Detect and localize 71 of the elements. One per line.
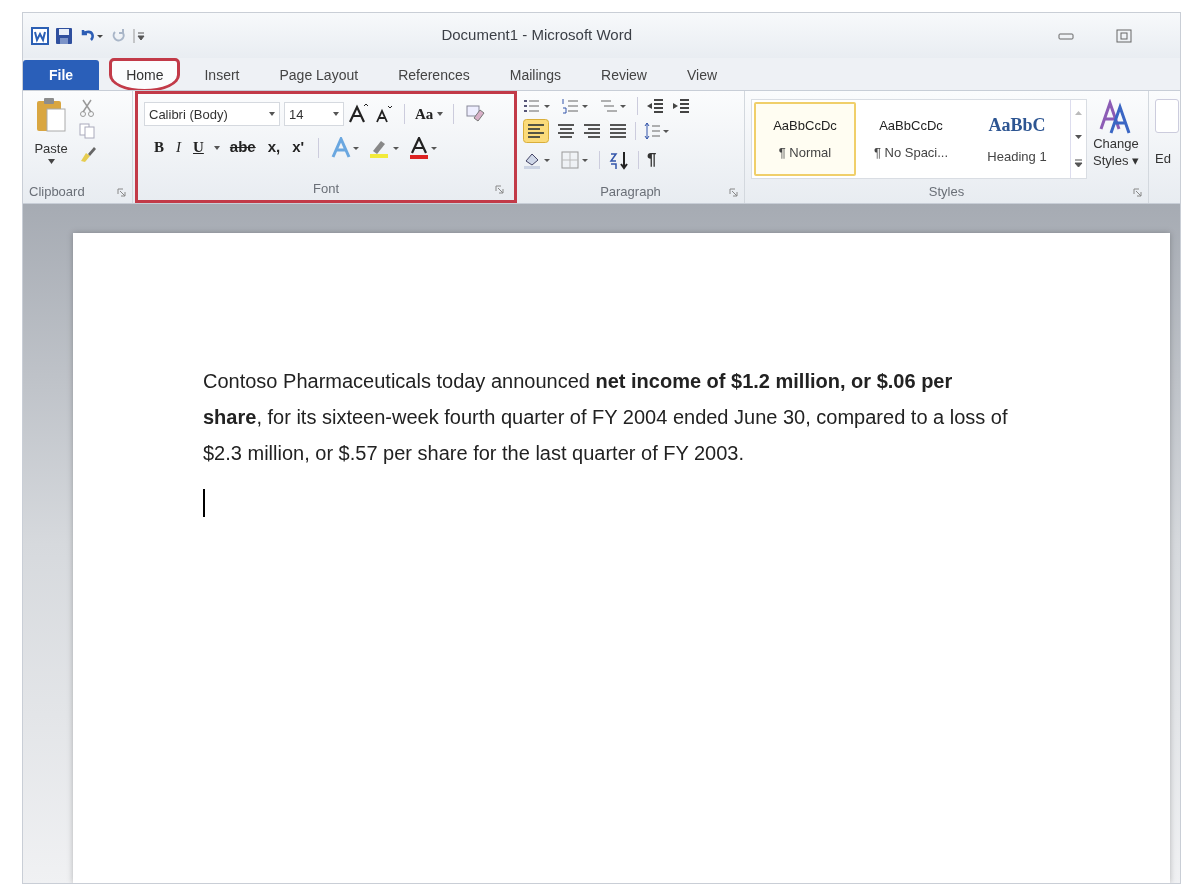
style-name: Heading 1 bbox=[987, 148, 1047, 167]
ribbon-tab[interactable]: Page Layout bbox=[265, 60, 373, 91]
bullets-icon[interactable] bbox=[523, 98, 553, 115]
group-label: Clipboard bbox=[29, 183, 85, 202]
ribbon-tab[interactable]: Insert bbox=[190, 60, 254, 91]
change-styles-label[interactable]: Change bbox=[1093, 135, 1139, 153]
caret-icon[interactable] bbox=[47, 158, 55, 164]
ribbon-tab[interactable]: Review bbox=[587, 60, 661, 91]
line-spacing-icon[interactable] bbox=[644, 122, 670, 141]
document-paragraph: Contoso Pharmaceuticals today announced net income of $1.2 million, or $.06 per share, for its sixteen-week fourth quarter of FY 2004 ended June 30, compared to a loss of $2.3 million, or $.57 per share for the last quarter of FY 2003. bbox=[203, 369, 1009, 466]
text-cursor bbox=[203, 489, 205, 517]
scissors-icon[interactable] bbox=[79, 99, 95, 118]
style-tile[interactable]: AaBbCcDc ¶ Normal bbox=[754, 102, 856, 177]
ribbon-tab[interactable]: View bbox=[673, 60, 732, 91]
caret-icon[interactable] bbox=[437, 112, 444, 117]
format-button[interactable]: x' bbox=[290, 136, 307, 159]
ribbon-tab[interactable]: Mailings bbox=[495, 60, 576, 91]
group-label: Styles bbox=[928, 183, 965, 202]
paste-label[interactable]: Paste bbox=[34, 139, 68, 159]
font-color-icon[interactable] bbox=[409, 136, 440, 159]
align-center-icon[interactable] bbox=[557, 123, 575, 140]
change-case-button[interactable]: Aa bbox=[415, 103, 434, 126]
multilevel-list-icon[interactable] bbox=[599, 98, 629, 115]
ribbon-tab[interactable]: Home bbox=[111, 60, 179, 91]
editing-label[interactable]: Ed bbox=[1155, 149, 1179, 169]
increase-indent-icon[interactable] bbox=[672, 98, 690, 115]
show-formatting-button[interactable]: ¶ bbox=[647, 147, 657, 173]
style-preview: AaBbCcDc bbox=[879, 116, 943, 135]
caret-icon[interactable] bbox=[333, 112, 339, 117]
clipboard-icon[interactable] bbox=[35, 97, 67, 134]
change-styles-icon[interactable] bbox=[1099, 99, 1133, 136]
dialog-launcher-icon[interactable] bbox=[495, 185, 504, 194]
shrink-font-icon[interactable] bbox=[374, 104, 394, 125]
format-button[interactable]: B bbox=[152, 136, 166, 159]
style-preview: AaBbC bbox=[988, 114, 1046, 138]
decrease-indent-icon[interactable] bbox=[646, 98, 664, 115]
save-icon[interactable] bbox=[55, 26, 73, 45]
align-right-icon[interactable] bbox=[583, 123, 601, 140]
format-button[interactable]: U bbox=[191, 136, 206, 159]
dialog-launcher-icon[interactable] bbox=[729, 188, 738, 197]
caret-icon[interactable] bbox=[269, 112, 275, 117]
paintbrush-icon[interactable] bbox=[79, 145, 97, 164]
style-name: ¶ No Spaci... bbox=[873, 144, 949, 163]
group-label: Font bbox=[313, 180, 339, 199]
file-tab[interactable]: File bbox=[23, 60, 100, 91]
dialog-launcher-icon[interactable] bbox=[1133, 188, 1142, 197]
font-size-dropdown[interactable]: 14 bbox=[284, 102, 344, 127]
restore-icon[interactable] bbox=[1116, 28, 1132, 43]
style-tile[interactable]: AaBbCcDc ¶ No Spaci... bbox=[860, 102, 962, 177]
more-styles-icon[interactable] bbox=[1074, 159, 1083, 169]
dialog-launcher-icon[interactable] bbox=[117, 187, 126, 197]
style-preview: AaBbCcDc bbox=[773, 116, 837, 135]
shading-icon[interactable] bbox=[523, 151, 553, 170]
change-styles-label[interactable]: Styles ▾ bbox=[1093, 152, 1139, 170]
word-logo-icon[interactable] bbox=[31, 26, 49, 45]
scroll-down-icon[interactable] bbox=[1075, 134, 1082, 139]
grow-font-icon[interactable] bbox=[348, 104, 370, 125]
window-title: Document1 - Microsoft Word bbox=[441, 25, 632, 46]
font-name-dropdown[interactable]: Calibri (Body) bbox=[144, 102, 280, 127]
justify-icon[interactable] bbox=[609, 123, 627, 140]
group-label: Paragraph bbox=[600, 183, 661, 202]
format-button[interactable]: I bbox=[174, 136, 183, 159]
caret-icon[interactable] bbox=[213, 145, 220, 150]
style-tile[interactable]: AaBbC Heading 1 bbox=[966, 102, 1068, 177]
ribbon-tab[interactable]: References bbox=[384, 60, 484, 91]
customize-dropdown-icon[interactable] bbox=[133, 27, 145, 44]
style-name: ¶ Normal bbox=[778, 144, 832, 163]
format-button[interactable]: x, bbox=[265, 136, 283, 159]
sort-icon[interactable] bbox=[608, 150, 630, 171]
format-button[interactable]: abe bbox=[227, 136, 258, 159]
align-left-icon[interactable] bbox=[523, 119, 549, 144]
